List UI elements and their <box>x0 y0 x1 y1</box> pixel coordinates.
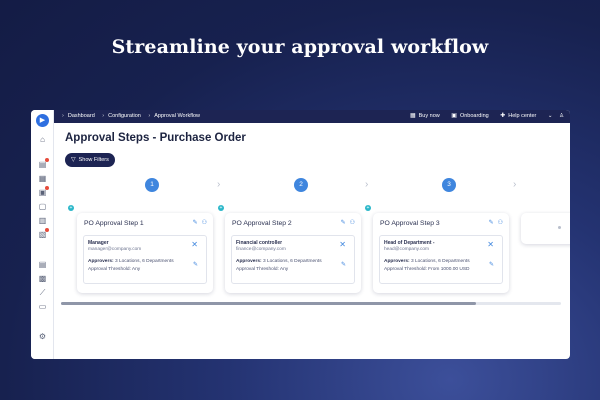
edit-approvers-icon[interactable]: ✎ <box>193 261 198 268</box>
add-step-icon[interactable]: + <box>365 205 371 211</box>
language-dropdown[interactable]: ⌄ <box>548 110 553 123</box>
user-icon: ♙ <box>559 113 564 119</box>
top-bar: › Dashboard › Configuration › Approval Work… <box>54 110 570 123</box>
edit-approvers-icon[interactable]: ✎ <box>489 261 494 268</box>
calendar-icon[interactable]: ▧ <box>37 228 49 239</box>
chevron-down-icon: ⌄ <box>547 113 553 119</box>
approval-step-card-partial[interactable] <box>521 213 570 244</box>
help-icon: ✚ <box>500 113 506 119</box>
shipping-icon[interactable]: ▭ <box>37 302 48 311</box>
chevron-right-icon: › <box>365 179 369 190</box>
scrollbar-thumb[interactable] <box>61 302 476 305</box>
edit-icon[interactable]: ✎ <box>489 220 494 226</box>
show-filters-button[interactable]: ▽ Show Filters <box>65 153 115 167</box>
onboarding-icon: ▣ <box>451 113 457 119</box>
horizontal-scrollbar[interactable] <box>61 302 561 305</box>
orders-icon[interactable]: ▤ <box>37 158 49 169</box>
edit-approvers-icon[interactable]: ✎ <box>341 261 346 268</box>
breadcrumb-item-approval-workflow: Approval Workflow <box>154 113 200 119</box>
approvers-icon[interactable]: ⚇ <box>202 220 207 226</box>
top-actions: ▦ Buy now ▣ Onboarding ✚ Help center ⌄ ♙ <box>400 110 564 123</box>
home-icon[interactable]: ⌂ <box>37 135 48 144</box>
approver-role: Financial controller <box>236 240 283 246</box>
approvers-icon[interactable]: ⚇ <box>350 220 355 226</box>
buy-now-button[interactable]: ▦ Buy now <box>410 110 440 123</box>
approver-box: Financial controller finance@company.com… <box>231 235 355 284</box>
sidebar: ▶ ⌂ ▤ ▦ ▣ ▢ ▥ ▧ ▤ ▩ ⟋ ▭ ⚙ <box>31 110 54 359</box>
user-profile-button[interactable]: ♙ <box>559 110 564 123</box>
inventory-icon[interactable]: ▦ <box>37 174 48 183</box>
breadcrumb-item-dashboard[interactable]: Dashboard <box>68 113 95 119</box>
step-number-2[interactable]: 2 <box>294 178 308 192</box>
breadcrumb-item-configuration[interactable]: Configuration <box>108 113 141 119</box>
products-icon[interactable]: ▩ <box>37 274 48 283</box>
app-logo-icon[interactable]: ▶ <box>36 114 49 127</box>
add-step-icon[interactable]: + <box>68 205 74 211</box>
approval-threshold: Approval Threshold: From 1000.00 USD <box>384 267 470 272</box>
approver-email: finance@company.com <box>236 247 286 252</box>
app-window: ▶ ⌂ ▤ ▦ ▣ ▢ ▥ ▧ ▤ ▩ ⟋ ▭ ⚙ › Dashboard › Co… <box>31 110 570 359</box>
close-icon[interactable]: ✕ <box>487 241 494 249</box>
placeholder-dot-icon <box>558 226 561 229</box>
approver-role: Head of Department - <box>384 240 435 246</box>
approver-box: Manager manager@company.com ✕ Approvers:… <box>83 235 207 284</box>
card-title: PO Approval Step 3 <box>380 220 440 227</box>
approver-email: head@company.com <box>384 247 430 252</box>
card-actions: ✎ ⚇ <box>189 219 207 226</box>
step-number-3[interactable]: 3 <box>442 178 456 192</box>
approval-step-card: PO Approval Step 3 ✎ ⚇ Head of Department… <box>373 213 509 293</box>
edit-icon[interactable]: ✎ <box>193 220 198 226</box>
approver-role: Manager <box>88 240 109 246</box>
page-title: Approval Steps - Purchase Order <box>65 132 246 144</box>
approval-threshold: Approval Threshold: Any <box>236 267 289 272</box>
approvers-summary: Approvers: 3 Locations, 6 Departments <box>88 259 174 264</box>
step-number-1[interactable]: 1 <box>145 178 159 192</box>
cart-icon: ▦ <box>409 113 416 119</box>
approval-threshold: Approval Threshold: Any <box>88 267 141 272</box>
requests-icon[interactable]: ▣ <box>37 186 49 197</box>
chevron-right-icon: › <box>217 179 221 190</box>
card-actions: ✎ ⚇ <box>485 219 503 226</box>
reports-icon[interactable]: ⟋ <box>37 288 48 297</box>
chevron-right-icon: › <box>513 179 517 190</box>
approvers-summary: Approvers: 3 Locations, 6 Departments <box>384 259 470 264</box>
approver-box: Head of Department - head@company.com ✕ … <box>379 235 503 284</box>
approver-email: manager@company.com <box>88 247 142 252</box>
card-actions: ✎ ⚇ <box>337 219 355 226</box>
close-icon[interactable]: ✕ <box>339 241 346 249</box>
onboarding-button[interactable]: ▣ Onboarding <box>451 110 488 123</box>
card-title: PO Approval Step 2 <box>232 220 292 227</box>
chevron-right-icon: › <box>62 113 64 119</box>
chevron-right-icon: › <box>102 113 105 119</box>
filter-icon: ▽ <box>71 157 76 163</box>
card-title: PO Approval Step 1 <box>84 220 144 227</box>
approvers-summary: Approvers: 3 Locations, 6 Departments <box>236 259 322 264</box>
headline: Streamline your approval workflow <box>111 36 489 58</box>
breadcrumb: › Dashboard › Configuration › Approval Work… <box>62 110 206 123</box>
settings-icon[interactable]: ⚙ <box>37 332 48 341</box>
edit-icon[interactable]: ✎ <box>341 220 346 226</box>
chevron-right-icon: › <box>148 113 151 119</box>
invoices-icon[interactable]: ▢ <box>37 202 48 211</box>
help-center-button[interactable]: ✚ Help center <box>500 110 536 123</box>
documents-icon[interactable]: ▤ <box>37 260 48 269</box>
receipts-icon[interactable]: ▥ <box>37 216 48 225</box>
approval-step-card: PO Approval Step 2 ✎ ⚇ Financial controll… <box>225 213 361 293</box>
approvers-icon[interactable]: ⚇ <box>498 220 503 226</box>
approval-step-card: PO Approval Step 1 ✎ ⚇ Manager manager@co… <box>77 213 213 293</box>
close-icon[interactable]: ✕ <box>191 241 198 249</box>
add-step-icon[interactable]: + <box>218 205 224 211</box>
